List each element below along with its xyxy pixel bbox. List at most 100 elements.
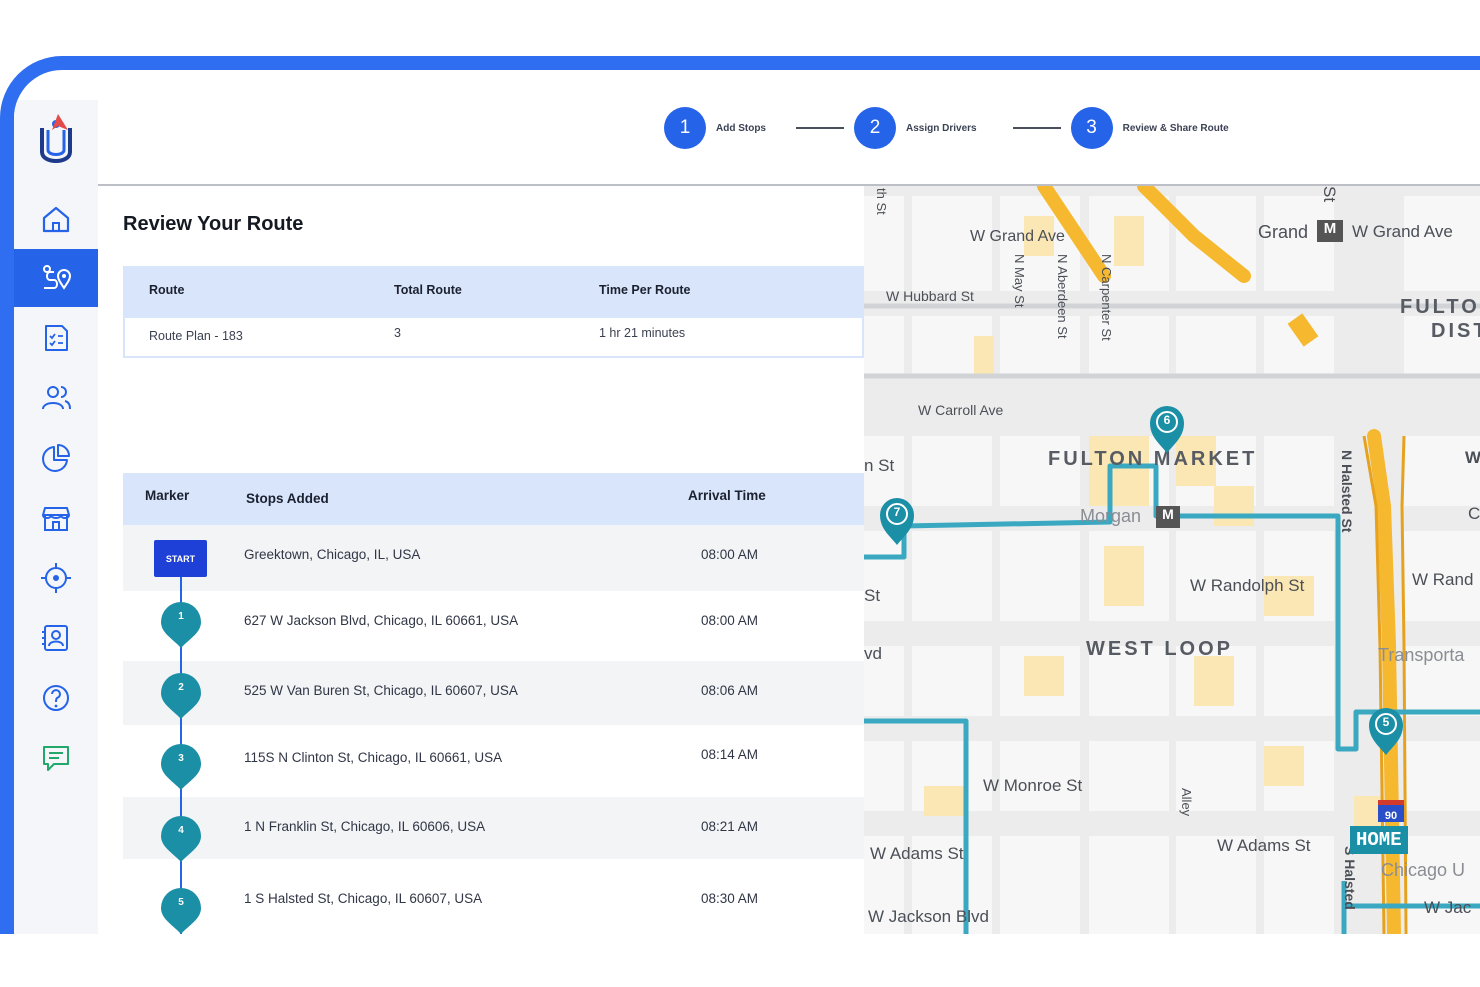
stop-arrival-time: 08:21 AM [701, 819, 759, 834]
map-pin-icon [161, 744, 201, 790]
header-route: Route [149, 283, 185, 297]
home-icon [42, 206, 70, 233]
street-label: N Aberdeen St [1055, 254, 1070, 339]
task-list-icon [45, 325, 68, 351]
step-label: Add Stops [716, 122, 766, 134]
stop-marker-number: 5 [178, 897, 184, 908]
street-label: N Carpenter St [1099, 254, 1114, 341]
store-icon [42, 507, 70, 531]
map-marker-6[interactable]: 6 [1148, 404, 1186, 454]
map-pin-icon [161, 816, 201, 862]
station-label: Morgan [1080, 506, 1142, 526]
header-stops-added: Stops Added [246, 491, 329, 506]
map-pin-icon [161, 888, 201, 934]
street-label: n St [864, 456, 895, 475]
street-label: Grand [1258, 222, 1309, 242]
place-label: Chicago U [1381, 860, 1466, 880]
map-marker-7[interactable]: 7 [878, 496, 916, 546]
stop-address: Greektown, Chicago, IL, USA [244, 547, 421, 562]
street-label: N May St [1012, 254, 1027, 308]
street-label: th St [874, 188, 889, 215]
start-marker: START [154, 540, 207, 577]
stop-marker-1: 1 [160, 601, 202, 649]
stop-marker-4: 4 [160, 815, 202, 863]
street-label: W Adams St [1217, 836, 1311, 855]
nav-route-planner[interactable] [14, 249, 98, 307]
stop-address: 525 W Van Buren St, Chicago, IL 60607, U… [244, 683, 518, 698]
total-route-value: 3 [394, 326, 401, 340]
map-marker-5[interactable]: 5 [1367, 706, 1405, 756]
stops-header-row: Marker Stops Added Arrival Time [123, 473, 864, 525]
stop-arrival-time: 08:06 AM [701, 683, 759, 698]
step-connector [796, 127, 844, 129]
nav-tasks[interactable] [14, 309, 98, 367]
place-label: Transporta [1378, 645, 1465, 665]
route-summary-table: Route Total Route Time Per Route Route P… [123, 266, 864, 358]
district-label: DIST [1431, 320, 1480, 342]
stop-arrival-time: 08:00 AM [701, 547, 759, 562]
table-row[interactable]: 115S N Clinton St, Chicago, IL 60661, US… [123, 725, 864, 797]
nav-contacts[interactable] [14, 609, 98, 667]
step-number: 2 [854, 107, 896, 149]
header-marker: Marker [145, 488, 190, 503]
metro-station-icon: M [1317, 220, 1343, 242]
step-number: 3 [1070, 107, 1113, 149]
district-label: WEST LOOP [1086, 638, 1233, 660]
drivers-icon [42, 386, 71, 410]
table-row[interactable]: 525 W Van Buren St, Chicago, IL 60607, U… [123, 661, 864, 725]
stops-table: Marker Stops Added Arrival Time Greektow… [123, 473, 864, 934]
nav-home[interactable] [14, 190, 98, 248]
street-label: C [1468, 504, 1480, 523]
contacts-icon [42, 625, 68, 651]
step-connector [1012, 127, 1061, 129]
nav-tracking[interactable] [14, 549, 98, 607]
map-marker-number: 5 [1382, 715, 1390, 729]
map-pin-icon [161, 673, 201, 719]
street-label: S Halsted [1342, 846, 1358, 910]
table-row[interactable]: 627 W Jackson Blvd, Chicago, IL 60661, U… [123, 591, 864, 661]
progress-stepper: 1 Add Stops 2 Assign Drivers 3 Review & … [664, 107, 1229, 149]
stop-address: 115S N Clinton St, Chicago, IL 60661, US… [244, 750, 503, 765]
home-marker[interactable]: HOME [1350, 826, 1408, 854]
nav-reports[interactable] [14, 429, 98, 487]
header-arrival-time: Arrival Time [688, 488, 766, 503]
nav-drivers[interactable] [14, 369, 98, 427]
route-name: Route Plan - 183 [149, 329, 243, 343]
stop-address: 1 S Halsted St, Chicago, IL 60607, USA [244, 891, 483, 906]
street-label: vd [864, 644, 882, 663]
street-label: W [1465, 448, 1480, 467]
table-row[interactable]: 1 N Franklin St, Chicago, IL 60606, USA … [123, 797, 864, 859]
map-pin-icon [880, 498, 914, 545]
summary-data-row[interactable]: Route Plan - 183 3 1 hr 21 minutes [125, 318, 862, 358]
table-row[interactable]: 1 S Halsted St, Chicago, IL 60607, USA 0… [123, 859, 864, 934]
street-label: Alley [1179, 788, 1194, 817]
map-marker-number: 6 [1163, 413, 1171, 427]
street-label: W Adams St [870, 844, 964, 863]
map-pin-icon [1369, 708, 1403, 755]
table-row[interactable]: Greektown, Chicago, IL, USA 08:00 AM [123, 525, 864, 591]
stop-marker-number: 1 [178, 611, 184, 622]
street-label: W Rand [1412, 570, 1474, 589]
interstate-shield-icon: 90 [1378, 800, 1404, 822]
stop-address: 627 W Jackson Blvd, Chicago, IL 60661, U… [244, 613, 519, 628]
nav-store[interactable] [14, 489, 98, 547]
nav-feedback[interactable] [14, 729, 98, 787]
nav-help[interactable] [14, 669, 98, 727]
route-map[interactable]: W Grand Ave Grand M W Grand Ave W Hubbar… [864, 186, 1480, 934]
step-review-share[interactable]: 3 Review & Share Route [1070, 107, 1229, 149]
map-pin-icon [1150, 406, 1184, 453]
street-label: W Grand Ave [970, 228, 1065, 245]
step-assign-drivers[interactable]: 2 Assign Drivers [854, 107, 977, 149]
step-label: Review & Share Route [1122, 122, 1229, 134]
street-label: W Grand Ave [1352, 222, 1453, 241]
street-label: W Jac [1424, 898, 1472, 917]
map-pin-icon [161, 602, 201, 648]
step-add-stops[interactable]: 1 Add Stops [664, 107, 766, 149]
summary-header-row: Route Total Route Time Per Route [125, 268, 862, 318]
stop-marker-2: 2 [160, 672, 202, 720]
street-label: N Halsted St [1339, 450, 1355, 533]
stop-arrival-time: 08:14 AM [701, 747, 759, 762]
stop-arrival-time: 08:30 AM [701, 891, 759, 906]
street-label: W Carroll Ave [918, 402, 1004, 418]
route-planner-icon [43, 265, 72, 290]
